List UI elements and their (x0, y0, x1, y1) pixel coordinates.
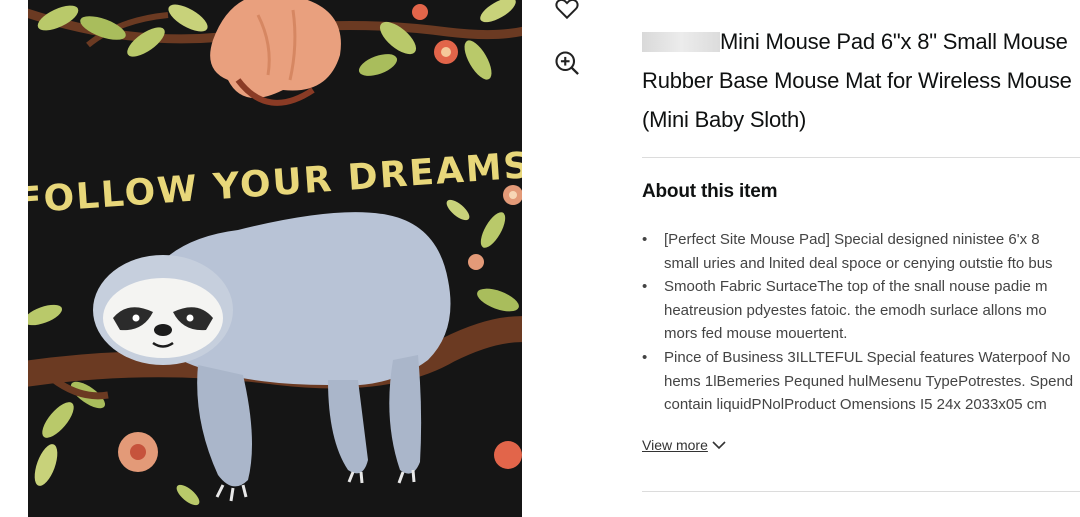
about-heading: About this item (642, 181, 778, 202)
heart-icon (555, 0, 579, 20)
feature-bullet: Pince of Business 3ILLTEFUL Special feat… (642, 346, 1080, 417)
view-more-link[interactable]: View more (642, 437, 726, 453)
bullet-line: mors fed mouse mouertent. (664, 325, 848, 343)
zoom-button[interactable] (545, 41, 589, 85)
sloth-illustration: FOLLOW YOUR DREAMS (28, 0, 522, 517)
feature-bullets: [Perfect Site Mouse Pad] Special designe… (642, 228, 1080, 417)
zoom-in-icon (555, 51, 579, 75)
product-main-image[interactable]: FOLLOW YOUR DREAMS (28, 0, 522, 517)
chevron-down-icon (712, 441, 726, 450)
bullet-line: [Perfect Site Mouse Pad] Special designe… (664, 231, 1040, 248)
title-line-1: Mini Mouse Pad 6"x 8" Small Mouse (720, 29, 1068, 54)
feature-bullet: Smooth Fabric SurtaceThe top of the snal… (642, 275, 1080, 346)
bullet-line: heatreusion pdyestes fatoic. the emodh s… (664, 301, 1047, 319)
section-divider (642, 157, 1080, 158)
section-divider (642, 491, 1080, 492)
view-more-label: View more (642, 437, 708, 453)
bullet-line: small uries and lnited deal spoce or cen… (664, 254, 1053, 272)
title-line-3: (Mini Baby Sloth) (642, 107, 807, 132)
bullet-line: Smooth Fabric SurtaceThe top of the snal… (664, 278, 1048, 296)
page-left-margin (0, 0, 28, 517)
bullet-line: hems 1lBemeries Pequned hulMesenu TypePo… (664, 372, 1074, 390)
wishlist-button[interactable] (545, 0, 589, 30)
bullet-line: contain liquidPNolProduct Omensions I5 2… (664, 396, 1047, 414)
bullet-line: Pince of Business 3ILLTEFUL Special feat… (664, 348, 1071, 366)
feature-bullet: [Perfect Site Mouse Pad] Special designe… (642, 228, 1080, 275)
redacted-brand (642, 32, 720, 52)
title-line-2: Rubber Base Mouse Mat for Wireless Mouse (642, 68, 1072, 93)
product-title: Mini Mouse Pad 6"x 8" Small Mouse Rubber… (642, 22, 1080, 139)
